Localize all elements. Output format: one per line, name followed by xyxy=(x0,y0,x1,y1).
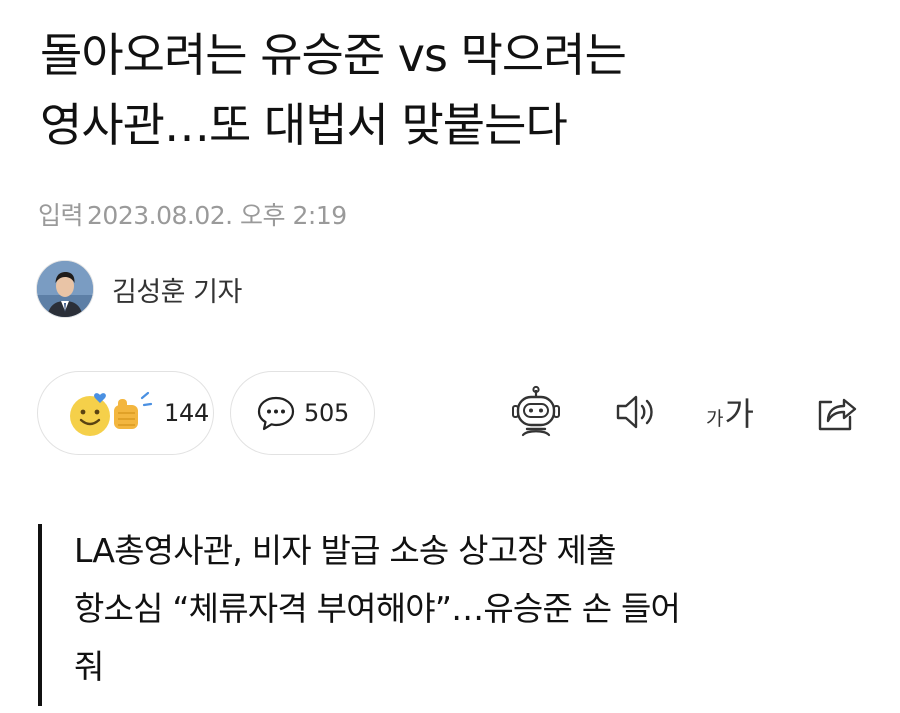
reaction-count: 144 xyxy=(164,399,209,427)
headline-line-2: 영사관…또 대법서 맞붙는다 xyxy=(40,98,568,152)
subhead-line-2: 항소심 “체류자격 부여해야”…유승준 손 들어 xyxy=(74,589,681,628)
reaction-button[interactable]: 144 xyxy=(37,371,214,455)
font-size-icon: 가가 xyxy=(706,389,754,435)
speaker-icon xyxy=(616,395,653,429)
subhead-line-3: 줘 xyxy=(74,647,104,686)
date-label: 입력 xyxy=(38,201,84,230)
read-aloud-button[interactable] xyxy=(607,384,663,440)
font-size-large-glyph: 가 xyxy=(724,395,754,433)
article-headline: 돌아오려는 유승준 vs 막으려는 영사관…또 대법서 맞붙는다 xyxy=(40,20,880,160)
comment-count: 505 xyxy=(304,399,349,427)
comment-button[interactable]: 505 xyxy=(230,371,375,455)
reaction-emoji-icon xyxy=(70,391,153,436)
author-info[interactable]: 김성훈 기자 xyxy=(36,260,242,318)
comment-bubble-icon xyxy=(257,396,295,431)
author-name[interactable]: 김성훈 기자 xyxy=(112,270,242,309)
subhead-line-1: LA총영사관, 비자 발급 소송 상고장 제출 xyxy=(74,531,616,570)
share-icon xyxy=(818,398,857,431)
article-subheadline: LA총영사관, 비자 발급 소송 상고장 제출 항소심 “체류자격 부여해야”…… xyxy=(38,524,858,706)
robot-icon xyxy=(512,385,560,437)
font-size-small-glyph: 가 xyxy=(706,408,724,430)
avatar-portrait-icon xyxy=(37,261,93,317)
author-avatar[interactable] xyxy=(36,260,94,318)
headline-line-1: 돌아오려는 유승준 vs 막으려는 xyxy=(40,28,627,82)
publish-date: 입력 2023.08.02. 오후 2:19 xyxy=(38,196,347,232)
summary-bot-button[interactable] xyxy=(508,384,564,440)
font-size-button[interactable]: 가가 xyxy=(702,384,758,440)
share-button[interactable] xyxy=(808,384,864,440)
date-value: 2023.08.02. 오후 2:19 xyxy=(87,201,347,230)
